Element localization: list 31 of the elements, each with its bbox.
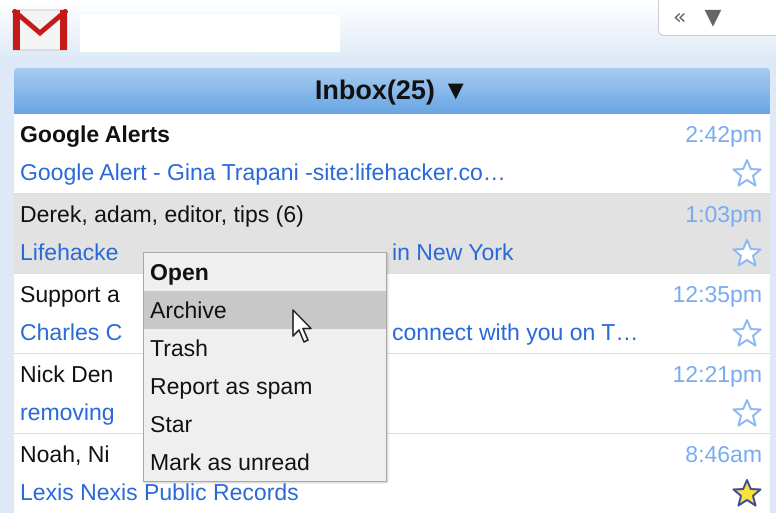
message-sender: Support a — [20, 281, 120, 308]
star-icon[interactable] — [732, 158, 762, 188]
message-time: 2:42pm — [685, 121, 762, 148]
search-field[interactable] — [80, 15, 340, 52]
message-time: 12:35pm — [672, 281, 762, 308]
message-subject: Charles C — [20, 319, 124, 346]
message-subject: in New York — [392, 239, 514, 266]
cursor-icon — [292, 309, 314, 345]
menu-item[interactable]: Report as spam — [144, 367, 386, 405]
toolbar-button[interactable]: ▼ — [700, 4, 726, 30]
message-sender: Noah, Ni — [20, 441, 110, 468]
message-time: 8:46am — [685, 441, 762, 468]
star-icon[interactable] — [732, 318, 762, 348]
star-icon[interactable] — [732, 478, 762, 508]
mail-logo-icon — [12, 9, 68, 51]
message-sender: Google Alerts — [20, 121, 170, 148]
message-time: 1:03pm — [685, 201, 762, 228]
message-subject: Lifehacke — [20, 239, 120, 266]
menu-item[interactable]: Archive — [144, 291, 386, 329]
toolbar-button[interactable]: « — [669, 4, 690, 30]
star-icon[interactable] — [732, 398, 762, 428]
message-subject: Lexis Nexis Public Records — [20, 479, 299, 506]
inbox-header[interactable]: Inbox(25) ▼ — [14, 68, 770, 112]
message-time: 12:21pm — [672, 361, 762, 388]
message-subject: removing — [20, 399, 115, 426]
message-sender: Nick Den — [20, 361, 114, 388]
message-subject: connect with you on T… — [392, 319, 638, 346]
star-icon[interactable] — [732, 238, 762, 268]
message-subject: Google Alert - Gina Trapani -site:lifehacker.co… — [20, 159, 506, 186]
menu-item[interactable]: Mark as unread — [144, 443, 386, 481]
message-sender: Derek, adam, editor, tips (6) — [20, 201, 304, 228]
